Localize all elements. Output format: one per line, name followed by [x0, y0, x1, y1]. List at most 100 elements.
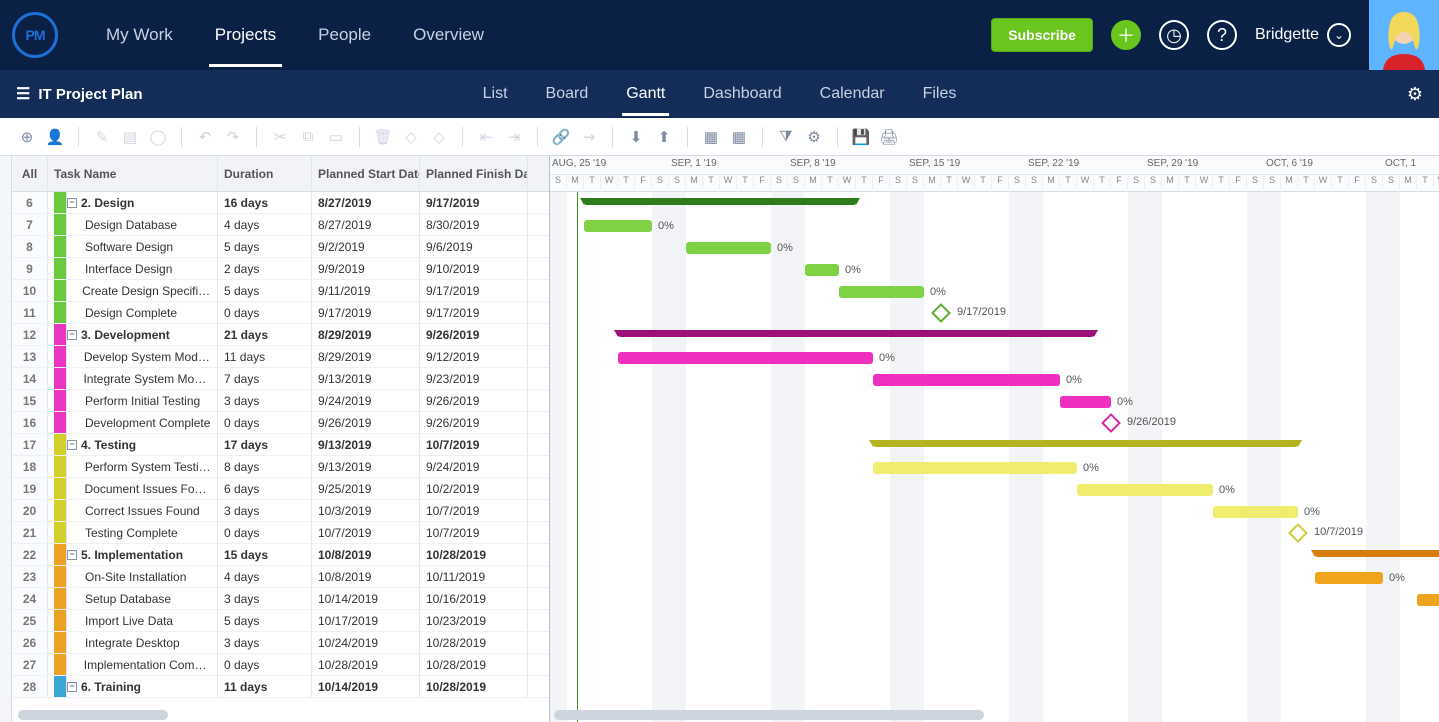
- gantt-task-bar[interactable]: [686, 242, 771, 254]
- diamond2-icon[interactable]: ◇: [428, 126, 450, 148]
- settings-icon[interactable]: ⚙: [1407, 84, 1423, 105]
- table-row[interactable]: 26Integrate Desktop3 days10/24/201910/28…: [12, 632, 549, 654]
- gantt-task-bar[interactable]: [873, 462, 1077, 474]
- gantt-task-bar[interactable]: [1077, 484, 1213, 496]
- collapse-toggle[interactable]: −: [67, 550, 77, 560]
- top-nav-people[interactable]: People: [312, 3, 377, 67]
- col-all[interactable]: All: [12, 156, 48, 191]
- table-row[interactable]: 7Design Database4 days8/27/20198/30/2019: [12, 214, 549, 236]
- gantt-summary-bar[interactable]: [584, 198, 856, 205]
- gantt-task-bar[interactable]: [1213, 506, 1298, 518]
- view-tab-dashboard[interactable]: Dashboard: [699, 72, 785, 116]
- unlink-icon[interactable]: ⇝: [578, 126, 600, 148]
- timer-icon[interactable]: ◷: [1159, 20, 1189, 50]
- avatar[interactable]: [1369, 0, 1439, 70]
- view-tab-calendar[interactable]: Calendar: [816, 72, 889, 116]
- cut-icon[interactable]: ✂: [269, 126, 291, 148]
- collapse-toggle[interactable]: −: [67, 440, 77, 450]
- table-row[interactable]: 11Design Complete0 days9/17/20199/17/201…: [12, 302, 549, 324]
- table-row[interactable]: 28−6. Training11 days10/14/201910/28/201…: [12, 676, 549, 698]
- table-row[interactable]: 16Development Complete0 days9/26/20199/2…: [12, 412, 549, 434]
- table-row[interactable]: 17−4. Testing17 days9/13/201910/7/2019: [12, 434, 549, 456]
- view-tab-list[interactable]: List: [479, 72, 512, 116]
- table-row[interactable]: 13Develop System Modules11 days8/29/2019…: [12, 346, 549, 368]
- save-icon[interactable]: 💾: [850, 126, 872, 148]
- paste-icon[interactable]: ▭: [325, 126, 347, 148]
- assign-icon[interactable]: 👤: [44, 126, 66, 148]
- gantt-body[interactable]: 0%0%0%0%9/17/20190%0%0%9/26/20190%0%0%10…: [550, 192, 1439, 722]
- collapse-toggle[interactable]: −: [67, 330, 77, 340]
- table-row[interactable]: 23On-Site Installation4 days10/8/201910/…: [12, 566, 549, 588]
- table-row[interactable]: 25Import Live Data5 days10/17/201910/23/…: [12, 610, 549, 632]
- table-row[interactable]: 8Software Design5 days9/2/20199/6/2019: [12, 236, 549, 258]
- gantt-scrollbar[interactable]: [554, 710, 984, 720]
- gantt-summary-bar[interactable]: [1315, 550, 1439, 557]
- gantt-task-bar[interactable]: [839, 286, 924, 298]
- settings2-icon[interactable]: ⚙: [803, 126, 825, 148]
- gantt-task-bar[interactable]: [618, 352, 873, 364]
- view-tab-files[interactable]: Files: [919, 72, 961, 116]
- col-task[interactable]: Task Name: [48, 156, 218, 191]
- user-menu[interactable]: Bridgette ⌄: [1255, 23, 1351, 47]
- project-menu[interactable]: ☰ IT Project Plan: [16, 84, 143, 104]
- comment-icon[interactable]: ◯: [147, 126, 169, 148]
- undo-icon[interactable]: ↶: [194, 126, 216, 148]
- table-row[interactable]: 9Interface Design2 days9/9/20199/10/2019: [12, 258, 549, 280]
- outdent-icon[interactable]: ⇤: [475, 126, 497, 148]
- table-row[interactable]: 6−2. Design16 days8/27/20199/17/2019: [12, 192, 549, 214]
- edit-icon[interactable]: ✎: [91, 126, 113, 148]
- gantt-milestone[interactable]: [1288, 523, 1308, 543]
- col-planned-finish[interactable]: Planned Finish Date: [420, 156, 528, 191]
- gantt-task-bar[interactable]: [584, 220, 652, 232]
- gantt-task-bar[interactable]: [1315, 572, 1383, 584]
- gantt-task-bar[interactable]: [1060, 396, 1111, 408]
- help-icon[interactable]: ?: [1207, 20, 1237, 50]
- gantt-summary-bar[interactable]: [618, 330, 1094, 337]
- grid2-icon[interactable]: ▦: [728, 126, 750, 148]
- indent-icon[interactable]: ⇥: [503, 126, 525, 148]
- view-tab-gantt[interactable]: Gantt: [622, 72, 669, 116]
- table-row[interactable]: 18Perform System Testing8 days9/13/20199…: [12, 456, 549, 478]
- gantt-task-bar[interactable]: [805, 264, 839, 276]
- link-icon[interactable]: 🔗: [550, 126, 572, 148]
- gantt-task-bar[interactable]: [873, 374, 1060, 386]
- table-row[interactable]: 19Document Issues Found6 days9/25/201910…: [12, 478, 549, 500]
- table-row[interactable]: 20Correct Issues Found3 days10/3/201910/…: [12, 500, 549, 522]
- add-icon[interactable]: ＋: [1111, 20, 1141, 50]
- gantt-task-bar[interactable]: [1417, 594, 1439, 606]
- top-nav-projects[interactable]: Projects: [209, 3, 282, 67]
- filter-icon[interactable]: ⧩: [775, 126, 797, 148]
- copy-icon[interactable]: ⧉: [297, 126, 319, 148]
- top-nav-my-work[interactable]: My Work: [100, 3, 179, 67]
- subscribe-button[interactable]: Subscribe: [991, 18, 1093, 52]
- table-row[interactable]: 12−3. Development21 days8/29/20199/26/20…: [12, 324, 549, 346]
- diamond-icon[interactable]: ◇: [400, 126, 422, 148]
- table-row[interactable]: 10Create Design Specifications5 days9/11…: [12, 280, 549, 302]
- import-icon[interactable]: ⬇: [625, 126, 647, 148]
- top-nav-overview[interactable]: Overview: [407, 3, 490, 67]
- table-row[interactable]: 24Setup Database3 days10/14/201910/16/20…: [12, 588, 549, 610]
- grid1-icon[interactable]: ▦: [700, 126, 722, 148]
- print-icon[interactable]: 🖨: [878, 126, 900, 148]
- collapse-toggle[interactable]: −: [67, 682, 77, 692]
- table-row[interactable]: 15Perform Initial Testing3 days9/24/2019…: [12, 390, 549, 412]
- col-duration[interactable]: Duration: [218, 156, 312, 191]
- gantt-milestone[interactable]: [1101, 413, 1121, 433]
- view-tab-board[interactable]: Board: [542, 72, 593, 116]
- add-task-icon[interactable]: ⊕: [16, 126, 38, 148]
- table-row[interactable]: 21Testing Complete0 days10/7/201910/7/20…: [12, 522, 549, 544]
- week-label: AUG, 25 '19: [552, 158, 606, 169]
- col-planned-start[interactable]: Planned Start Date: [312, 156, 420, 191]
- logo[interactable]: PM: [0, 0, 70, 70]
- note-icon[interactable]: ▤: [119, 126, 141, 148]
- delete-icon[interactable]: 🗑: [372, 126, 394, 148]
- gantt-milestone[interactable]: [931, 303, 951, 323]
- gantt-summary-bar[interactable]: [873, 440, 1298, 447]
- table-row[interactable]: 14Integrate System Modules7 days9/13/201…: [12, 368, 549, 390]
- collapse-toggle[interactable]: −: [67, 198, 77, 208]
- table-row[interactable]: 27Implementation Complete0 days10/28/201…: [12, 654, 549, 676]
- table-row[interactable]: 22−5. Implementation15 days10/8/201910/2…: [12, 544, 549, 566]
- export-icon[interactable]: ⬆: [653, 126, 675, 148]
- redo-icon[interactable]: ↷: [222, 126, 244, 148]
- table-scrollbar[interactable]: [18, 710, 168, 720]
